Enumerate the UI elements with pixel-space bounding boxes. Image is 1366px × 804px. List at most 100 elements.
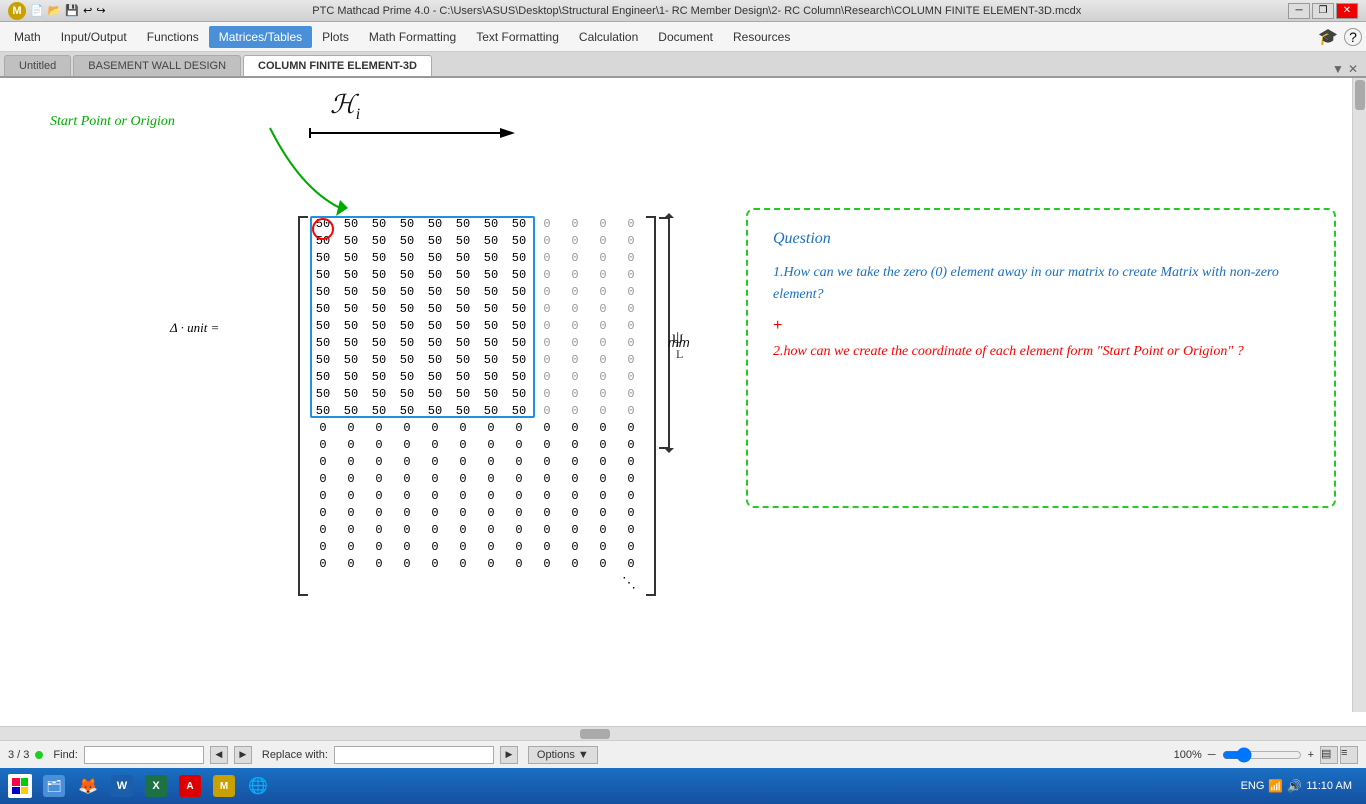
matrix-row-zero: 000000000000 [310,522,644,539]
replace-label: Replace with: [262,749,328,761]
matrix-row-zero: 000000000000 [310,471,644,488]
app-icon: M [8,2,26,20]
taskbar-chrome[interactable]: 🌐 [242,772,274,800]
restore-button[interactable]: ❐ [1312,3,1334,19]
left-bracket [298,216,308,596]
toolbar-icon-open[interactable]: 📂 [48,4,62,17]
page-number: 3 / 3 [8,749,29,761]
matrix-row-zero: 000000000000 [310,437,644,454]
menu-functions[interactable]: Functions [137,26,209,48]
matrix-row-zero: 000000000000 [310,420,644,437]
taskbar-explorer[interactable]: 🗂 [38,772,70,800]
time-display: 11:10 AM [1306,780,1358,792]
mm-label: mm [668,335,690,350]
taskbar-autocad[interactable]: A [174,772,206,800]
matrix-row: 50505050505050500000 [310,369,644,386]
matrix-row: 50505050505050500000 [310,352,644,369]
menu-document[interactable]: Document [648,26,723,48]
tab-bar: Untitled BASEMENT WALL DESIGN COLUMN FIN… [0,52,1366,78]
matrix-row: 50505050505050500000 [310,284,644,301]
view-buttons: ▤ ≡ [1320,746,1358,764]
menu-input-output[interactable]: Input/Output [51,26,137,48]
tab-dropdown-icon[interactable]: ▼ [1332,62,1344,76]
minimize-button[interactable]: ─ [1288,3,1310,19]
find-next-button[interactable]: ▶ [234,746,252,764]
network-icon: 📶 [1268,779,1283,793]
menu-bar: Math Input/Output Functions Matrices/Tab… [0,22,1366,52]
matrix-label: Δ · unit = [170,320,219,336]
system-tray: ENG 📶 🔊 11:10 AM [1237,779,1362,793]
vertical-scrollbar[interactable] [1352,78,1366,712]
plus-sign: + [773,317,1309,335]
zoom-section: 100% ─ + ▤ ≡ [1174,746,1358,764]
matrix-container: 50505050505050500000 5050505050505050000… [310,216,644,592]
matrix-row: 50505050505050500000 [310,216,644,233]
tab-basement-wall[interactable]: BASEMENT WALL DESIGN [73,55,241,76]
tab-column-finite[interactable]: COLUMN FINITE ELEMENT-3D [243,55,432,76]
matrix-row: 50505050505050500000 [310,386,644,403]
zoom-in-icon[interactable]: + [1308,749,1314,761]
page-info: 3 / 3 [8,749,43,761]
zoom-label: 100% [1174,749,1202,761]
menu-text-formatting[interactable]: Text Formatting [466,26,569,48]
taskbar: 🗂 🦊 W X A M 🌐 ENG 📶 🔊 11:10 AM [0,768,1366,804]
toolbar-icon-new[interactable]: 📄 [30,4,44,17]
question-icon[interactable]: ? [1344,28,1362,46]
title-bar: M 📄 📂 💾 ↩ ↪ PTC Mathcad Prime 4.0 - C:\U… [0,0,1366,22]
matrix-row-zero: 000000000000 [310,505,644,522]
matrix-row: 50505050505050500000 [310,403,644,420]
zoom-slider[interactable] [1222,747,1302,763]
matrix-row-zero: 000000000000 [310,488,644,505]
taskbar-mathcad[interactable]: M [208,772,240,800]
tab-close-area: ▼ ✕ [1332,62,1362,76]
find-prev-button[interactable]: ◀ [210,746,228,764]
horizontal-scrollbar[interactable] [0,726,1366,740]
start-button[interactable] [4,772,36,800]
vertical-bracket-svg: ψ L [654,213,684,453]
matrix-continuation: ⋱ [310,575,644,592]
volume-icon: 🔊 [1287,779,1302,793]
help-icon[interactable]: 🎓 [1318,27,1338,47]
options-dropdown-icon: ▼ [578,749,589,761]
tab-close-icon[interactable]: ✕ [1348,62,1358,76]
menu-math[interactable]: Math [4,26,51,48]
replace-section: Replace with: ▶ [262,746,518,764]
find-input[interactable] [84,746,204,764]
replace-input[interactable] [334,746,494,764]
matrix-rows-50: 50505050505050500000 5050505050505050000… [310,216,644,573]
replace-prev-button[interactable]: ▶ [500,746,518,764]
options-button[interactable]: Options ▼ [528,746,598,764]
toolbar-icon-undo[interactable]: ↩ [83,4,92,17]
matrix-row: 50505050505050500000 [310,335,644,352]
menu-matrices-tables[interactable]: Matrices/Tables [209,26,312,48]
options-label: Options [537,749,575,761]
matrix-row: 50505050505050500000 [310,267,644,284]
toolbar-icon-redo[interactable]: ↪ [96,4,105,17]
taskbar-word[interactable]: W [106,772,138,800]
window-title: PTC Mathcad Prime 4.0 - C:\Users\ASUS\De… [106,5,1288,17]
main-canvas: ℋi Start Point or Origion Δ · unit = [0,78,1366,726]
question-title: Question [773,230,1309,248]
language-indicator: ENG [1241,780,1265,792]
close-button[interactable]: ✕ [1336,3,1358,19]
zoom-out-icon[interactable]: ─ [1208,749,1216,761]
question-box: Question 1.How can we take the zero (0) … [746,208,1336,508]
tab-untitled[interactable]: Untitled [4,55,71,76]
taskbar-firefox[interactable]: 🦊 [72,772,104,800]
find-section: Find: ◀ ▶ [53,746,251,764]
matrix-row: 50505050505050500000 [310,233,644,250]
status-bar: 3 / 3 Find: ◀ ▶ Replace with: ▶ Options … [0,740,1366,768]
question-text-1: 1.How can we take the zero (0) element a… [773,262,1309,307]
taskbar-excel[interactable]: X [140,772,172,800]
menu-math-formatting[interactable]: Math Formatting [359,26,466,48]
page-view-button[interactable]: ▤ [1320,746,1338,764]
menu-resources[interactable]: Resources [723,26,800,48]
window-controls: ─ ❐ ✕ [1288,3,1358,19]
menu-calculation[interactable]: Calculation [569,26,648,48]
matrix-row: 50505050505050500000 [310,318,644,335]
toolbar-icon-save[interactable]: 💾 [65,4,79,17]
matrix-row-zero: 000000000000 [310,539,644,556]
draft-view-button[interactable]: ≡ [1340,746,1358,764]
matrix-row-zero: 000000000000 [310,454,644,471]
menu-plots[interactable]: Plots [312,26,359,48]
